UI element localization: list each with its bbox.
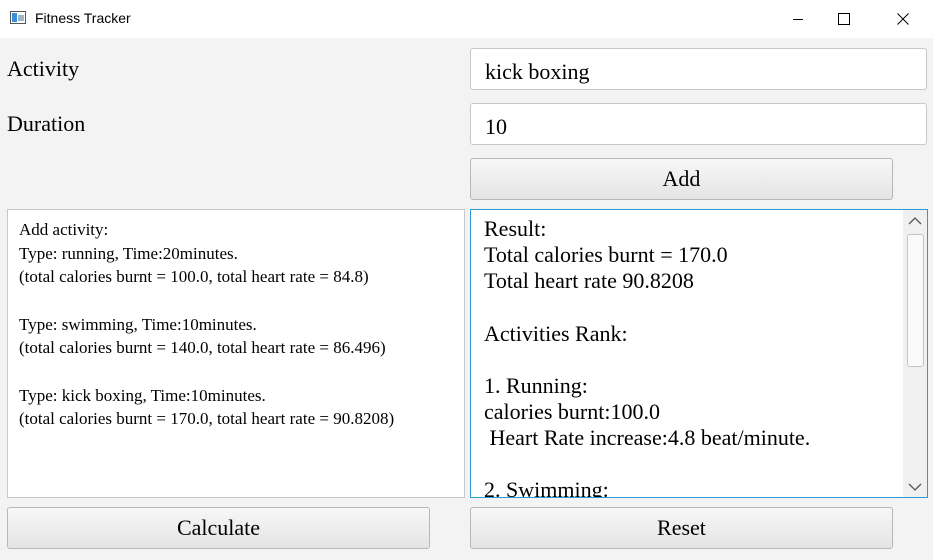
result-line: [484, 295, 810, 321]
result-line: Activities Rank:: [484, 320, 628, 346]
window-title: Fitness Tracker: [35, 10, 131, 26]
log-line: (total calories burnt = 170.0, total hea…: [19, 409, 395, 428]
app-icon: [10, 11, 26, 24]
minimize-icon: [793, 19, 803, 20]
result-line: Total calories burnt = 170.0: [484, 242, 728, 268]
activity-log-lines: Add activity: Type: running, Time:20minut…: [19, 218, 464, 431]
scroll-thumb[interactable]: [907, 234, 924, 367]
log-line: Type: kick boxing, Time:10minutes.: [19, 385, 266, 405]
close-button[interactable]: [880, 0, 926, 38]
chevron-up-icon: [908, 216, 922, 224]
duration-input[interactable]: 10: [470, 103, 927, 145]
result-line: calories burnt:100.0: [484, 399, 660, 425]
activity-label: Activity: [7, 56, 80, 81]
add-button[interactable]: Add: [470, 158, 893, 200]
title-bar: Fitness Tracker: [0, 0, 933, 38]
result-line: Result:: [484, 216, 547, 241]
result-line: 2. Swimming:: [484, 477, 609, 498]
result-textarea[interactable]: Result: Total calories burnt = 170.0 Total…: [470, 209, 928, 498]
scroll-up-button[interactable]: [903, 210, 927, 230]
log-line: (total calories burnt = 100.0, total hea…: [19, 267, 369, 286]
result-line: [484, 347, 810, 373]
scroll-down-button[interactable]: [903, 477, 927, 497]
activity-log-textarea[interactable]: Add activity: Type: running, Time:20minut…: [7, 209, 465, 498]
maximize-icon: [838, 13, 850, 25]
log-line: (total calories burnt = 140.0, total hea…: [19, 338, 386, 357]
minimize-button[interactable]: [775, 0, 821, 38]
result-scrollbar[interactable]: [903, 210, 927, 497]
calculate-button[interactable]: Calculate: [7, 507, 430, 549]
result-lines: Result: Total calories burnt = 170.0 Total…: [484, 216, 811, 498]
result-line: 1. Running:: [484, 372, 588, 398]
activity-input[interactable]: kick boxing: [470, 48, 927, 90]
maximize-button[interactable]: [821, 0, 867, 38]
result-line: [484, 451, 810, 477]
duration-label: Duration: [7, 111, 86, 136]
result-line: Total heart rate 90.8208: [484, 268, 694, 294]
log-line: Type: swimming, Time:10minutes.: [19, 314, 257, 334]
log-line: Add activity:: [19, 220, 109, 239]
log-line: Type: running, Time:20minutes.: [19, 243, 238, 263]
result-line: Heart Rate increase:4.8 beat/minute.: [484, 425, 811, 451]
reset-button[interactable]: Reset: [470, 507, 893, 549]
chevron-down-icon: [908, 483, 922, 491]
close-icon: [897, 13, 909, 25]
